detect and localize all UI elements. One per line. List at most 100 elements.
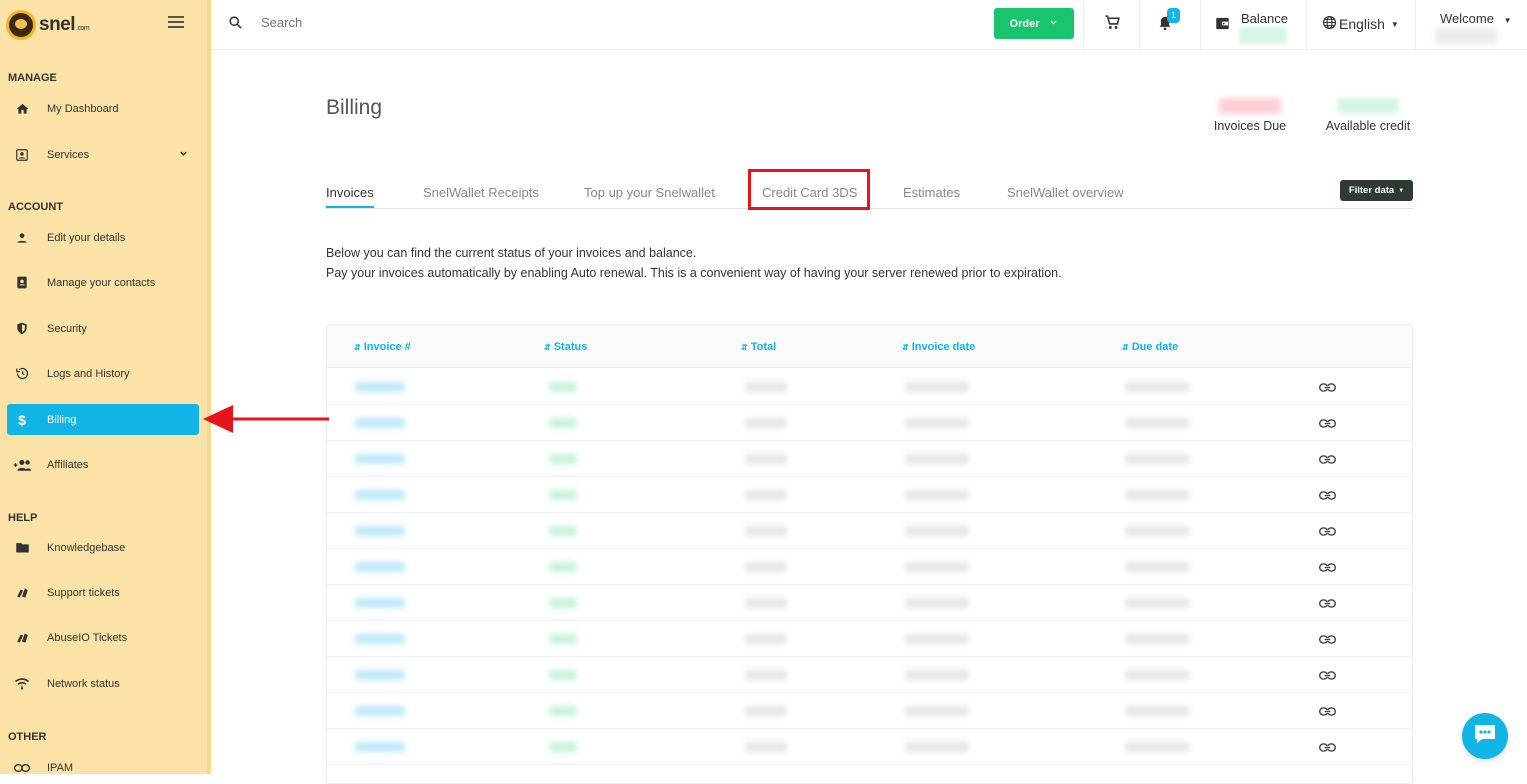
invoice-date-cell-redacted (905, 526, 969, 536)
table-row[interactable] (327, 621, 1412, 657)
status-cell-redacted (549, 526, 577, 536)
total-cell-redacted (745, 418, 787, 428)
cart-icon[interactable] (1104, 14, 1121, 36)
column-invoice-number[interactable]: ⇵ Invoice # (354, 341, 411, 353)
sidebar-item-manage-contacts[interactable]: Manage your contacts (7, 267, 199, 298)
link-icon[interactable] (1319, 560, 1336, 578)
link-icon[interactable] (1319, 452, 1336, 470)
column-invoice-date[interactable]: ⇵ Invoice date (902, 341, 975, 353)
chat-icon (1472, 722, 1498, 751)
chevron-down-icon (178, 148, 189, 162)
invoice-date-cell-redacted (905, 382, 969, 392)
table-row[interactable] (327, 693, 1412, 729)
balance-value-redacted (1239, 27, 1287, 44)
link-icon (7, 763, 37, 773)
wallet-icon (1215, 16, 1230, 36)
sidebar-item-abuseio-tickets[interactable]: AbuseIO Tickets (7, 622, 199, 653)
sidebar-item-edit-details[interactable]: Edit your details (7, 222, 199, 253)
table-row[interactable] (327, 441, 1412, 477)
section-label-help: HELP (8, 512, 38, 524)
sidebar-item-support-tickets[interactable]: Support tickets (7, 577, 199, 608)
language-selector[interactable]: English ▼ (1322, 15, 1399, 33)
link-icon[interactable] (1319, 524, 1336, 542)
total-cell-redacted (745, 598, 787, 608)
chat-button[interactable] (1462, 713, 1508, 759)
table-row[interactable] (327, 405, 1412, 441)
link-icon[interactable] (1319, 704, 1336, 722)
bee-logo-icon (6, 10, 36, 40)
tab-estimates[interactable]: Estimates (903, 185, 960, 200)
status-cell-redacted (549, 634, 577, 644)
annotation-arrow (203, 405, 329, 433)
logo-text: snel.com (39, 14, 90, 35)
column-due-date[interactable]: ⇵ Due date (1122, 341, 1178, 353)
sidebar-item-logs-history[interactable]: Logs and History (7, 358, 199, 389)
table-header: ⇵ Invoice # ⇵ Status ⇵ Total ⇵ Invoice date … (327, 325, 1412, 368)
table-row[interactable] (327, 477, 1412, 513)
sidebar-item-network-status[interactable]: Network status (7, 668, 199, 699)
table-row[interactable] (327, 657, 1412, 693)
sidebar-item-services[interactable]: Services (7, 139, 199, 170)
status-cell-redacted (549, 418, 577, 428)
invoice-number-cell-redacted (355, 598, 405, 608)
table-row[interactable] (327, 585, 1412, 621)
due-date-cell-redacted (1125, 598, 1189, 608)
status-cell-redacted (549, 742, 577, 752)
search-input[interactable] (261, 15, 461, 30)
caret-down-icon: ▼ (1390, 19, 1399, 29)
sidebar-item-knowledgebase[interactable]: Knowledgebase (7, 532, 199, 563)
column-total[interactable]: ⇵ Total (741, 341, 776, 353)
sidebar-item-affiliates[interactable]: Affiliates (7, 449, 199, 480)
sort-icon: ⇵ (741, 343, 748, 352)
total-cell-redacted (745, 526, 787, 536)
table-row[interactable] (327, 549, 1412, 585)
due-date-cell-redacted (1125, 562, 1189, 572)
link-icon[interactable] (1319, 668, 1336, 686)
tab-invoices[interactable]: Invoices (326, 185, 374, 208)
notification-badge: 1 (1167, 8, 1180, 23)
tab-top-up-snelwallet[interactable]: Top up your Snelwallet (584, 185, 715, 200)
invoice-date-cell-redacted (905, 562, 969, 572)
due-date-cell-redacted (1125, 742, 1189, 752)
status-cell-redacted (549, 382, 577, 392)
due-date-cell-redacted (1125, 634, 1189, 644)
sidebar-item-ipam[interactable]: IPAM (7, 752, 199, 783)
annotation-highlight-box (748, 169, 870, 210)
total-cell-redacted (745, 670, 787, 680)
table-row[interactable] (327, 369, 1412, 405)
sort-icon: ⇵ (902, 343, 909, 352)
link-icon[interactable] (1319, 380, 1336, 398)
tab-snelwallet-receipts[interactable]: SnelWallet Receipts (423, 185, 539, 200)
top-bar: Order 1 Balance English ▼ Welcome ▼ (211, 0, 1527, 50)
status-cell-redacted (549, 598, 577, 608)
group-add-icon (7, 458, 37, 472)
invoice-number-cell-redacted (355, 634, 405, 644)
caret-down-icon: ▼ (1398, 187, 1405, 194)
invoice-date-cell-redacted (905, 742, 969, 752)
welcome-menu[interactable]: Welcome ▼ (1440, 11, 1512, 26)
column-status[interactable]: ⇵ Status (544, 341, 587, 353)
link-icon[interactable] (1319, 740, 1336, 758)
tab-snelwallet-overview[interactable]: SnelWallet overview (1007, 185, 1124, 200)
filter-data-button[interactable]: Filter data ▼ (1340, 180, 1413, 201)
sidebar-item-security[interactable]: Security (7, 313, 199, 344)
invoice-number-cell-redacted (355, 742, 405, 752)
sidebar-item-billing[interactable]: $ Billing (7, 404, 199, 435)
available-credit-summary: Available credit (1322, 98, 1414, 133)
invoice-date-cell-redacted (905, 670, 969, 680)
link-icon[interactable] (1319, 488, 1336, 506)
link-icon[interactable] (1319, 416, 1336, 434)
hamburger-menu-icon[interactable] (168, 16, 184, 30)
table-row[interactable] (327, 513, 1412, 549)
due-date-cell-redacted (1125, 526, 1189, 536)
total-cell-redacted (745, 490, 787, 500)
link-icon[interactable] (1319, 596, 1336, 614)
sidebar-item-my-dashboard[interactable]: My Dashboard (7, 93, 199, 124)
link-icon[interactable] (1319, 632, 1336, 650)
table-row[interactable] (327, 729, 1412, 765)
order-button[interactable]: Order (994, 8, 1074, 39)
due-date-cell-redacted (1125, 382, 1189, 392)
brand[interactable]: snel.com (0, 0, 207, 50)
sort-icon: ⇵ (544, 343, 551, 352)
search-icon[interactable] (228, 15, 243, 35)
